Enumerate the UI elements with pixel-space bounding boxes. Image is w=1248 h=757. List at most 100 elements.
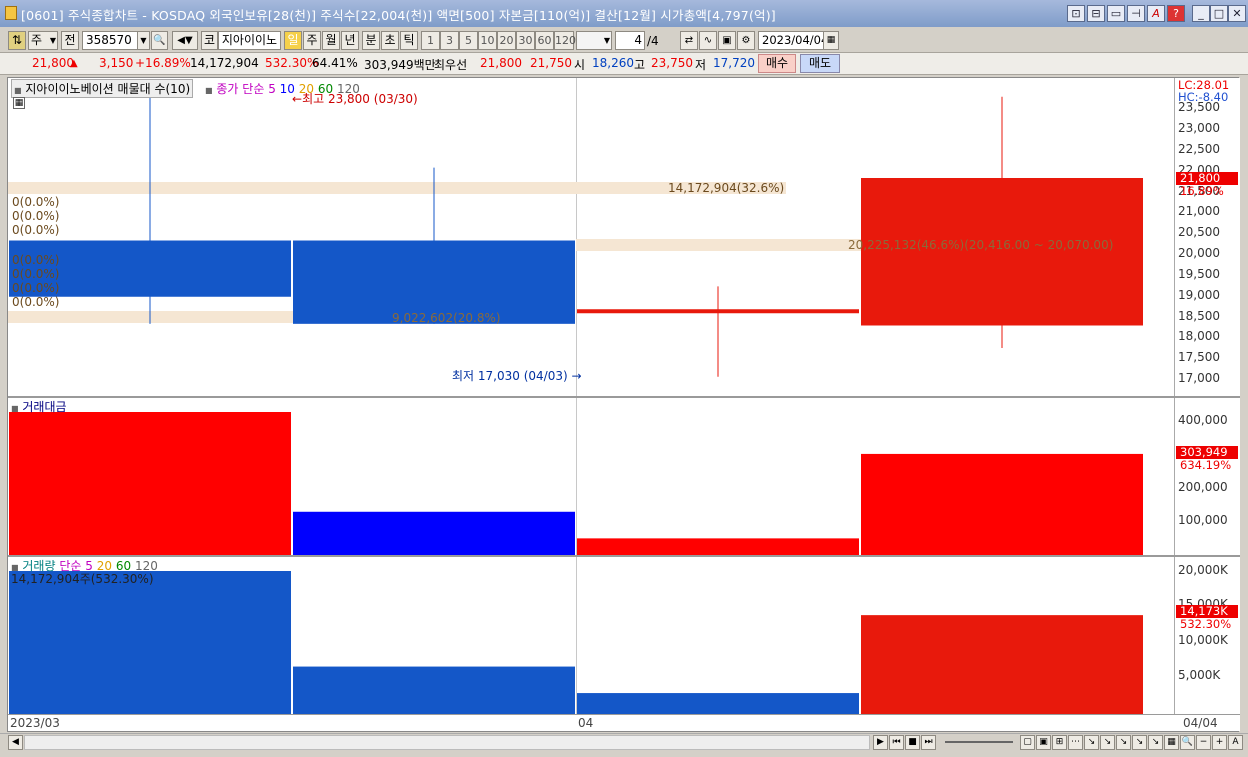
tool-icon-6[interactable]: ↘ xyxy=(1100,735,1115,750)
amount-pane[interactable]: ■ 거래대금 xyxy=(8,398,1174,555)
zoom-in-icon[interactable]: + xyxy=(1212,735,1227,750)
code-dropdown-icon[interactable]: ▼ xyxy=(137,31,150,50)
high-label: 고 xyxy=(634,58,646,72)
legend-square-icon: ■ xyxy=(205,86,213,95)
tool-icon-3[interactable]: ⊞ xyxy=(1052,735,1067,750)
arrow-tool-icon[interactable]: ⇄ xyxy=(680,31,698,50)
font-icon[interactable]: A xyxy=(1147,5,1165,22)
volume-bar xyxy=(861,453,1143,555)
num-btn-30[interactable]: 30 xyxy=(516,31,535,50)
ma-60: 60 xyxy=(317,82,334,96)
line-tool-icon[interactable]: ∿ xyxy=(699,31,717,50)
tool-icon-10[interactable]: ▦ xyxy=(1164,735,1179,750)
zoom-slider[interactable] xyxy=(945,741,1013,743)
volume-tick: 10,000K xyxy=(1178,633,1228,647)
tab-minute[interactable]: 분 xyxy=(362,31,380,50)
period-select[interactable]: 주 ▼ xyxy=(28,31,58,50)
low-price: 17,720 xyxy=(713,56,755,70)
price-tick: 23,000 xyxy=(1178,121,1220,135)
best-bid: 21,750 xyxy=(530,56,572,70)
chart-area[interactable]: 14,172,904(32.6%) 20,225,132(46.6%)(20,4… xyxy=(7,77,1240,732)
date-input[interactable]: 2023/04/04 xyxy=(758,31,828,50)
best-label: 최우선 xyxy=(434,58,468,72)
amount-tick: 100,000 xyxy=(1178,513,1228,527)
calendar-icon[interactable]: ▦ xyxy=(823,31,839,50)
price-pane[interactable]: 14,172,904(32.6%) 20,225,132(46.6%)(20,4… xyxy=(8,78,1174,396)
help-icon[interactable]: ? xyxy=(1167,5,1185,22)
prev-button[interactable]: 전 xyxy=(61,31,79,50)
num-btn-60[interactable]: 60 xyxy=(535,31,554,50)
price-tick: 22,500 xyxy=(1178,141,1220,156)
tab-week[interactable]: 주 xyxy=(303,31,321,50)
minimize-button[interactable]: _ xyxy=(1192,5,1210,22)
amount-title: ■ 거래대금 xyxy=(11,398,67,415)
tab-month[interactable]: 월 xyxy=(322,31,340,50)
zero-label: 0(0.0%) xyxy=(12,295,60,309)
price-tick: 23,500 xyxy=(1178,100,1220,115)
stock-name[interactable]: 지아이이노 xyxy=(218,31,281,50)
close-button[interactable]: ✕ xyxy=(1228,5,1246,22)
volume-profile-label: 20,225,132(46.6%)(20,416.00 ~ 20,070.00) xyxy=(848,238,1114,252)
tab-second[interactable]: 초 xyxy=(381,31,399,50)
window-btn-3[interactable]: ▭ xyxy=(1107,5,1125,22)
last-page-icon[interactable]: ⏭ xyxy=(921,735,936,750)
scroll-right-icon[interactable]: ▶ xyxy=(873,735,888,750)
num-btn-20[interactable]: 20 xyxy=(497,31,516,50)
save-icon[interactable]: ▣ xyxy=(718,31,736,50)
tab-year[interactable]: 년 xyxy=(341,31,359,50)
current-price: 21,800 xyxy=(32,56,74,70)
lock-icon[interactable]: ⇅ xyxy=(8,31,26,50)
window-btn-1[interactable]: ⊡ xyxy=(1067,5,1085,22)
indicator-legend[interactable]: ■ 지아이이노베이션 매물대 수(10) xyxy=(11,79,194,98)
grid-table-icon[interactable]: ▦ xyxy=(13,97,25,109)
num-btn-5[interactable]: 5 xyxy=(459,31,478,50)
volume-profile-label: 14,172,904(32.6%) xyxy=(668,181,785,195)
zoom-icon[interactable]: 🔍 xyxy=(1180,735,1195,750)
text-icon[interactable]: A xyxy=(1228,735,1243,750)
zoom-out-icon[interactable]: − xyxy=(1196,735,1211,750)
price-tag-pct: 16.89% xyxy=(1180,184,1224,198)
horizontal-scrollbar[interactable] xyxy=(24,735,870,750)
tool-icon-5[interactable]: ↘ xyxy=(1084,735,1099,750)
price-axis: LC:28.01 HC:-8.40 23,500 23,000 22,500 22,0… xyxy=(1174,78,1240,396)
num-btn-10[interactable]: 10 xyxy=(478,31,497,50)
volume-bar xyxy=(577,693,859,714)
market-button[interactable]: 코 xyxy=(201,31,218,50)
zero-label: 0(0.0%) xyxy=(12,195,60,209)
num-btn-3[interactable]: 3 xyxy=(440,31,459,50)
scroll-left-icon[interactable]: ◀ xyxy=(8,735,23,750)
first-page-icon[interactable]: ⏮ xyxy=(889,735,904,750)
price-tick: 18,000 xyxy=(1178,329,1220,344)
tab-tick[interactable]: 틱 xyxy=(400,31,418,50)
tool-icon-2[interactable]: ▣ xyxy=(1036,735,1051,750)
num-btn-1[interactable]: 1 xyxy=(421,31,440,50)
ma-legend[interactable]: ■ 종가 단순 5 10 20 60 120 xyxy=(205,80,360,97)
window-btn-2[interactable]: ⊟ xyxy=(1087,5,1105,22)
custom-period-dropdown[interactable]: ▼ xyxy=(576,31,612,50)
volume-tag-pct: 532.30% xyxy=(1180,617,1232,631)
low-label: 저 xyxy=(695,58,707,72)
tool-icon-1[interactable]: ▢ xyxy=(1020,735,1035,750)
page-input[interactable]: 4 xyxy=(615,31,645,50)
tool-icon-9[interactable]: ↘ xyxy=(1148,735,1163,750)
search-icon[interactable]: 🔍 xyxy=(151,31,168,50)
tool-icon-8[interactable]: ↘ xyxy=(1132,735,1147,750)
amount-axis: 400,000 200,000 100,000 xyxy=(1174,398,1240,555)
x-axis-right-label: 04/04 xyxy=(1183,716,1218,730)
price-tick: 17,000 xyxy=(1178,371,1220,385)
maximize-button[interactable]: □ xyxy=(1210,5,1228,22)
sell-button[interactable]: 매도 xyxy=(800,54,840,73)
min-price-text: 최저 17,030 (04/03) xyxy=(452,369,568,383)
stop-icon[interactable]: ■ xyxy=(905,735,920,750)
tool-icon-7[interactable]: ↘ xyxy=(1116,735,1131,750)
tool-icon-4[interactable]: ⋯ xyxy=(1068,735,1083,750)
speaker-icon[interactable]: ◀▼ xyxy=(172,31,198,50)
volume-pane[interactable]: ■ 거래량 단순 5 20 60 120 14,172,904주(532.30%… xyxy=(8,557,1174,714)
buy-button[interactable]: 매수 xyxy=(758,54,796,73)
tab-day[interactable]: 일 xyxy=(284,31,302,50)
zero-label: 0(0.0%) xyxy=(12,223,60,237)
gear-icon[interactable]: ⚙ xyxy=(737,31,755,50)
num-btn-120[interactable]: 120 xyxy=(554,31,576,50)
volume-bar xyxy=(861,615,1143,714)
window-btn-4[interactable]: ⊣ xyxy=(1127,5,1145,22)
